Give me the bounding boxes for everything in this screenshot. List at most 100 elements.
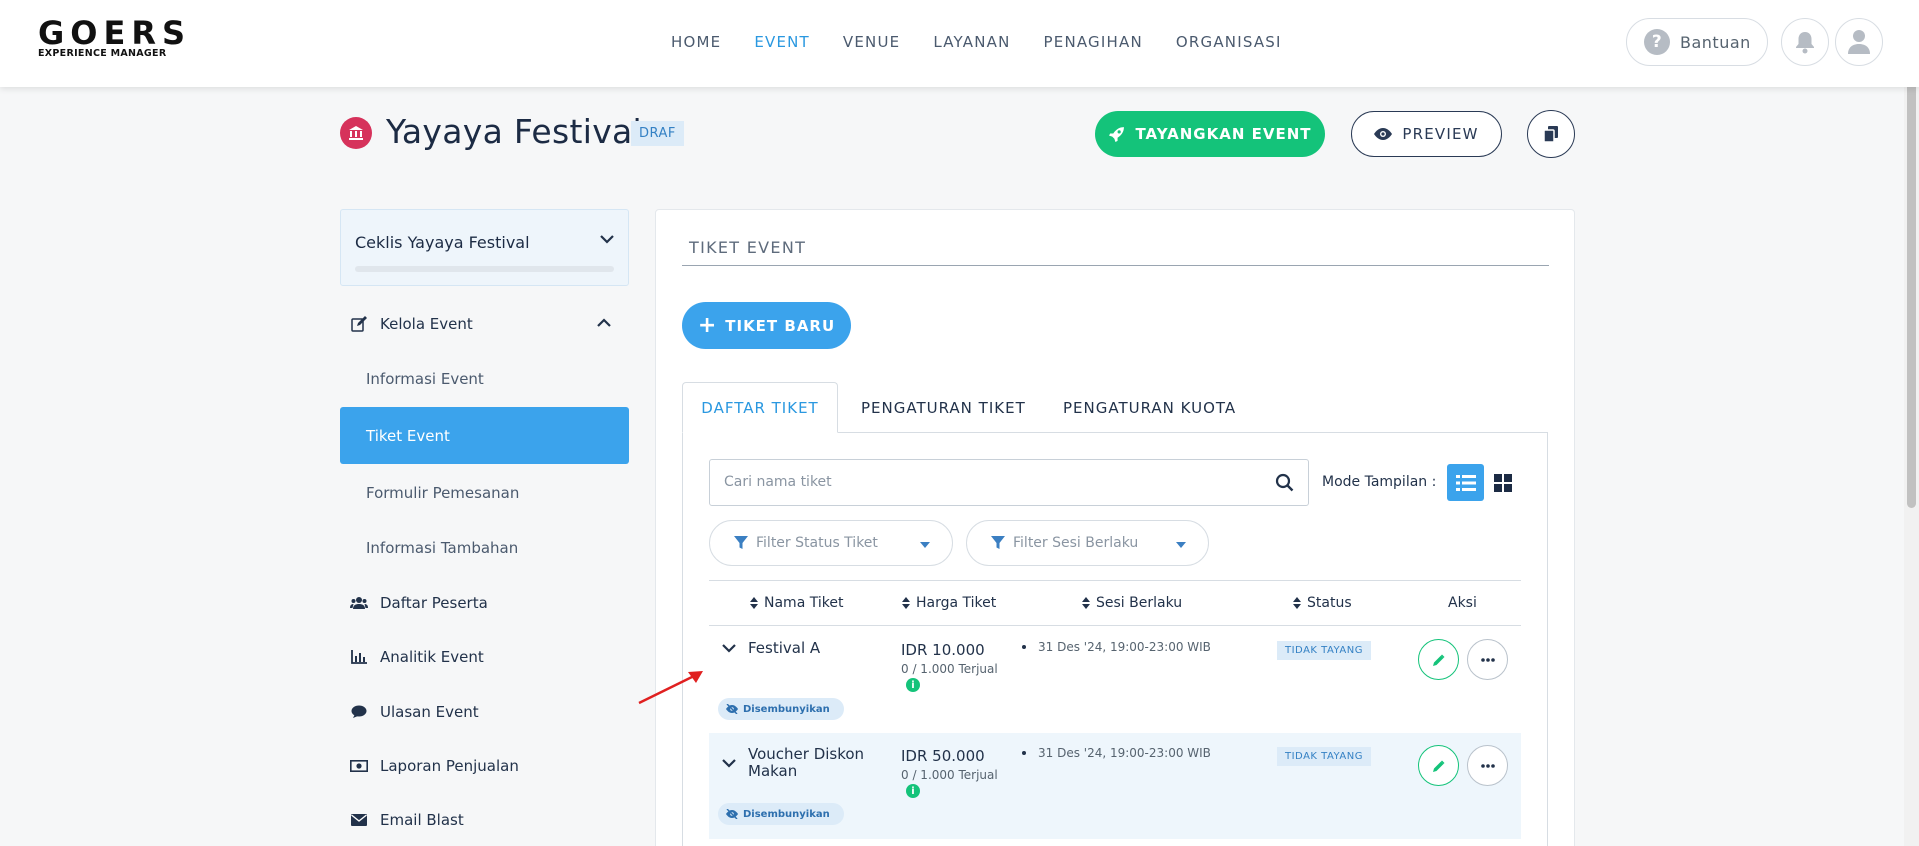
column-header-status[interactable]: Status: [1293, 595, 1352, 611]
more-actions-button[interactable]: [1467, 639, 1508, 680]
top-navbar: GOERS EXPERIENCE MANAGER HOME EVENT VENU…: [0, 0, 1919, 87]
sidebar-item-kelola-event[interactable]: Kelola Event: [350, 315, 611, 333]
expand-row-chevron-icon[interactable]: [722, 758, 736, 768]
page-scrollbar[interactable]: [1904, 0, 1919, 846]
ticket-session-text: 31 Des '24, 19:00-23:00 WIB: [1038, 746, 1211, 760]
edit-icon: [350, 315, 368, 333]
column-header-harga-tiket[interactable]: Harga Tiket: [902, 595, 996, 611]
search-icon[interactable]: [1275, 473, 1294, 492]
info-icon[interactable]: i: [906, 784, 920, 798]
sidebar-item-label: Analitik Event: [380, 648, 484, 666]
rocket-icon: [1109, 126, 1125, 142]
section-title: TIKET EVENT: [689, 238, 807, 257]
eye-slash-icon: [726, 704, 738, 714]
event-checklist[interactable]: Ceklis Yayaya Festival: [340, 209, 629, 286]
sidebar-item-ulasan-event[interactable]: Ulasan Event: [350, 703, 479, 721]
main-nav: HOME EVENT VENUE LAYANAN PENAGIHAN ORGAN…: [671, 33, 1315, 51]
column-label: Nama Tiket: [764, 595, 844, 611]
sort-icon: [750, 597, 758, 609]
ticket-name: Voucher Diskon Makan: [748, 746, 864, 780]
table-top-border: [709, 580, 1521, 581]
chevron-up-icon: [597, 318, 611, 327]
expand-row-chevron-icon[interactable]: [722, 643, 736, 653]
nav-event[interactable]: EVENT: [754, 33, 810, 51]
sidebar-item-daftar-peserta[interactable]: Daftar Peserta: [350, 594, 488, 612]
column-header-sesi-berlaku[interactable]: Sesi Berlaku: [1082, 595, 1182, 611]
eye-icon: [1374, 128, 1393, 140]
chevron-down-icon: [600, 235, 614, 244]
tab-daftar-tiket[interactable]: DAFTAR TIKET: [682, 382, 838, 433]
copy-icon: [1544, 126, 1558, 142]
column-header-aksi: Aksi: [1448, 595, 1477, 611]
column-header-nama-tiket[interactable]: Nama Tiket: [750, 595, 843, 611]
ellipsis-icon: [1480, 657, 1495, 662]
help-button[interactable]: ? Bantuan: [1626, 18, 1768, 66]
visibility-badge: Disembunyikan: [718, 698, 844, 720]
new-ticket-label: TIKET BARU: [725, 316, 836, 335]
profile-button[interactable]: [1835, 18, 1883, 66]
nav-venue[interactable]: VENUE: [843, 33, 900, 51]
comment-icon: [350, 703, 368, 721]
visibility-label: Disembunyikan: [743, 703, 830, 715]
notifications-button[interactable]: [1781, 18, 1829, 66]
nav-organisasi[interactable]: ORGANISASI: [1176, 33, 1282, 51]
ticket-price: IDR 10.000: [901, 641, 985, 659]
ticket-session-text: 31 Des '24, 19:00-23:00 WIB: [1038, 640, 1211, 654]
more-actions-button[interactable]: [1467, 745, 1508, 786]
caret-down-icon: [920, 542, 930, 548]
ticket-sold-count: 0 / 1.000 Terjual: [901, 768, 998, 782]
sort-icon: [1082, 597, 1090, 609]
visibility-badge: Disembunyikan: [718, 803, 844, 825]
sidebar-item-label: Daftar Peserta: [380, 594, 488, 612]
edit-ticket-button[interactable]: [1418, 639, 1459, 680]
bell-icon: [1796, 32, 1814, 54]
sidebar-item-analitik-event[interactable]: Analitik Event: [350, 648, 484, 666]
duplicate-event-button[interactable]: [1527, 110, 1575, 158]
filter-sesi-berlaku[interactable]: Filter Sesi Berlaku: [966, 520, 1209, 566]
nav-layanan[interactable]: LAYANAN: [933, 33, 1010, 51]
info-icon[interactable]: i: [906, 678, 920, 692]
sidebar-item-email-blast[interactable]: Email Blast: [350, 811, 464, 829]
nav-home[interactable]: HOME: [671, 33, 721, 51]
caret-down-icon: [1176, 542, 1186, 548]
eye-slash-icon: [726, 809, 738, 819]
ellipsis-icon: [1480, 763, 1495, 768]
preview-button[interactable]: PREVIEW: [1351, 111, 1502, 157]
sort-icon: [902, 597, 910, 609]
column-label: Status: [1307, 595, 1352, 611]
tab-pengaturan-tiket[interactable]: PENGATURAN TIKET: [861, 399, 1026, 417]
chart-icon: [350, 648, 368, 666]
sidebar-item-informasi-tambahan[interactable]: Informasi Tambahan: [366, 539, 518, 557]
filter-label: Filter Sesi Berlaku: [1013, 535, 1139, 551]
table-header-border: [709, 625, 1521, 626]
sidebar-item-label: Email Blast: [380, 811, 464, 829]
sidebar-item-label: Laporan Penjualan: [380, 757, 519, 775]
column-label: Harga Tiket: [916, 595, 997, 611]
list-view-button[interactable]: [1447, 464, 1484, 501]
new-ticket-button[interactable]: + TIKET BARU: [682, 302, 851, 349]
preview-label: PREVIEW: [1402, 125, 1479, 143]
sort-icon: [1293, 597, 1301, 609]
ticket-name-line: Makan: [748, 762, 798, 780]
annotation-arrow-icon: [638, 671, 703, 705]
pencil-icon: [1432, 654, 1444, 666]
ticket-status-badge: TIDAK TAYANG: [1277, 747, 1371, 766]
grid-view-button[interactable]: [1494, 474, 1512, 492]
edit-ticket-button[interactable]: [1418, 745, 1459, 786]
filter-label: Filter Status Tiket: [756, 535, 878, 551]
sidebar-item-tiket-event[interactable]: Tiket Event: [340, 407, 629, 464]
sidebar-item-informasi-event[interactable]: Informasi Event: [366, 370, 484, 388]
ticket-search-field[interactable]: Cari nama tiket: [709, 459, 1309, 506]
list-icon: [1455, 474, 1476, 491]
publish-event-button[interactable]: TAYANGKAN EVENT: [1095, 111, 1325, 157]
sidebar-item-laporan-penjualan[interactable]: Laporan Penjualan: [350, 757, 519, 775]
tab-pengaturan-kuota[interactable]: PENGATURAN KUOTA: [1063, 399, 1236, 417]
goers-logo[interactable]: GOERS EXPERIENCE MANAGER: [38, 17, 191, 60]
nav-penagihan[interactable]: PENAGIHAN: [1044, 33, 1143, 51]
event-type-icon: [340, 117, 372, 149]
checklist-progress-bar: [355, 266, 614, 272]
filter-status-tiket[interactable]: Filter Status Tiket: [709, 520, 953, 566]
users-icon: [350, 594, 368, 612]
sidebar-item-formulir-pemesanan[interactable]: Formulir Pemesanan: [366, 484, 519, 502]
help-label: Bantuan: [1680, 32, 1751, 52]
